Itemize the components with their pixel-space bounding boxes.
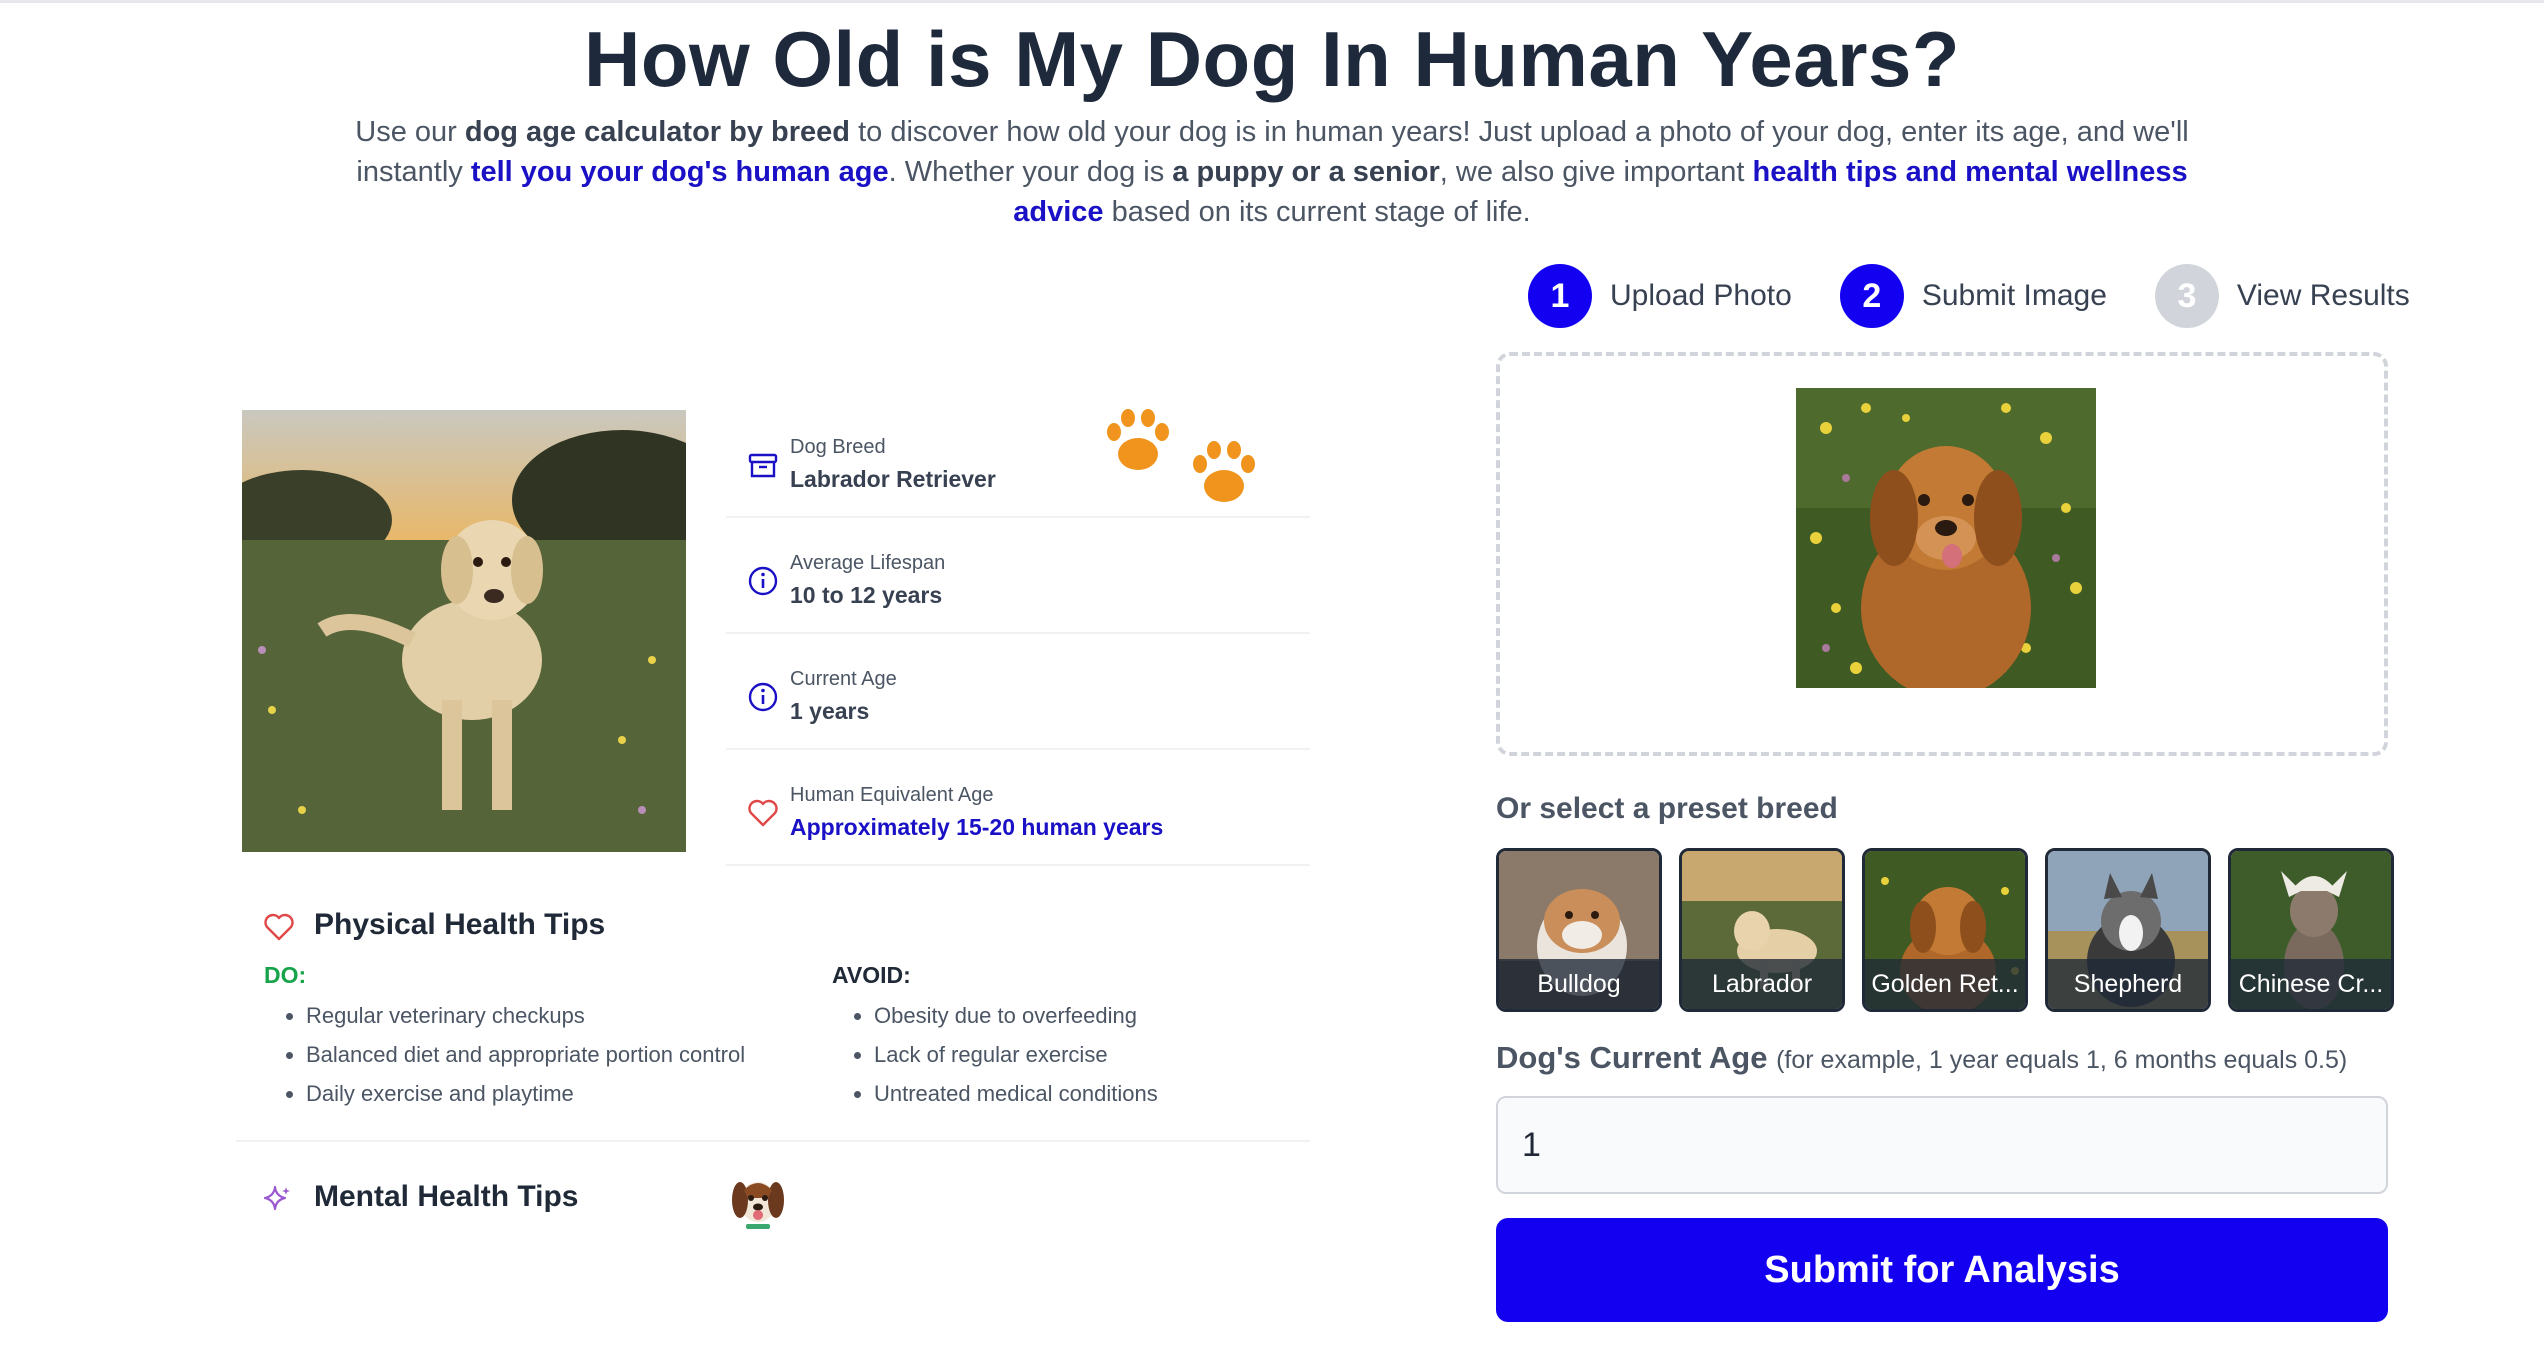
- preset-breed-heading: Or select a preset breed: [1496, 792, 1838, 825]
- intro-bold: dog age calculator by breed: [464, 116, 851, 148]
- top-border: [0, 0, 2544, 3]
- info-value: 1 years: [790, 698, 870, 724]
- list-item: Regular veterinary checkups: [306, 996, 745, 1035]
- preset-bulldog[interactable]: Bulldog: [1496, 848, 1662, 1012]
- heart-icon: [748, 799, 778, 827]
- physical-health-tips: Physical Health Tips DO: Regular veterin…: [236, 880, 1310, 1142]
- step-label: Upload Photo: [1610, 279, 1792, 312]
- intro-part: . Whether your dog is: [888, 156, 1173, 188]
- info-value: 10 to 12 years: [790, 582, 943, 608]
- preset-breed-list: Bulldog Labrador Golden Ret... Shepherd …: [1496, 848, 2411, 1012]
- avoid-title: AVOID:: [832, 962, 911, 988]
- step-label: View Results: [2236, 279, 2410, 312]
- preset-golden-retriever[interactable]: Golden Ret...: [1862, 848, 2028, 1012]
- result-dog-photo: [242, 410, 686, 852]
- intro-part: , we also give important: [1439, 156, 1753, 188]
- steps-indicator: 1 Upload Photo 2 Submit Image 3 View Res…: [1528, 264, 2458, 328]
- avoid-list: Obesity due to overfeeding Lack of regul…: [832, 996, 1158, 1113]
- list-item: Daily exercise and playtime: [306, 1074, 745, 1113]
- do-title: DO:: [264, 962, 307, 988]
- list-item: Obesity due to overfeeding: [874, 996, 1158, 1035]
- step-number: 2: [1839, 264, 1904, 328]
- intro-bold: a puppy or a senior: [1172, 156, 1440, 188]
- mental-tips-title: Mental Health Tips: [314, 1180, 579, 1213]
- info-card-lifespan: Average Lifespan 10 to 12 years: [726, 526, 1310, 634]
- mental-health-tips: Mental Health Tips: [236, 1160, 936, 1240]
- dog-age-input[interactable]: [1496, 1096, 2388, 1194]
- intro-highlight: tell you your dog's human age: [470, 156, 889, 188]
- info-label: Dog Breed: [790, 436, 886, 458]
- page-title: How Old is My Dog In Human Years?: [584, 15, 1960, 103]
- step-number: 1: [1528, 264, 1592, 328]
- preset-chinese-crested[interactable]: Chinese Cr...: [2228, 848, 2394, 1012]
- preset-labrador[interactable]: Labrador: [1679, 848, 1845, 1012]
- info-label: Average Lifespan: [790, 552, 946, 574]
- info-card-current-age: Current Age 1 years: [726, 642, 1310, 750]
- upload-dropzone[interactable]: [1496, 352, 2388, 756]
- age-label-text: Dog's Current Age: [1496, 1040, 1768, 1075]
- preset-label: Shepherd: [2048, 959, 2208, 1009]
- do-list: Regular veterinary checkups Balanced die…: [264, 996, 745, 1113]
- info-card-human-age: Human Equivalent Age Approximately 15-20…: [726, 758, 1310, 866]
- sparkle-icon: [263, 1185, 290, 1211]
- intro-text: Use our dog age calculator by breed to d…: [350, 112, 2194, 232]
- box-icon: [748, 453, 778, 478]
- heart-icon: [264, 913, 294, 941]
- paw-prints-icon: [1107, 409, 1255, 502]
- preset-label: Chinese Cr...: [2231, 959, 2391, 1009]
- step-number: 3: [2154, 264, 2219, 328]
- intro-part: Use our: [355, 116, 465, 148]
- dog-face-icon: [732, 1182, 784, 1229]
- preset-label: Labrador: [1682, 959, 1842, 1009]
- info-icon: [748, 566, 778, 596]
- info-label: Human Equivalent Age: [790, 784, 994, 806]
- step-view-results: 3 View Results: [2154, 264, 2410, 328]
- age-label: Dog's Current Age (for example, 1 year e…: [1496, 1040, 2347, 1076]
- physical-tips-title: Physical Health Tips: [314, 908, 606, 941]
- preset-shepherd[interactable]: Shepherd: [2045, 848, 2211, 1012]
- info-icon: [748, 682, 778, 712]
- info-value: Approximately 15-20 human years: [790, 814, 1164, 840]
- age-label-note: (for example, 1 year equals 1, 6 months …: [1776, 1046, 2348, 1074]
- submit-analysis-button[interactable]: Submit for Analysis: [1496, 1218, 2388, 1322]
- info-value: Labrador Retriever: [790, 466, 996, 492]
- info-label: Current Age: [790, 668, 897, 690]
- preset-label: Bulldog: [1499, 959, 1659, 1009]
- list-item: Untreated medical conditions: [874, 1074, 1158, 1113]
- preset-label: Golden Ret...: [1865, 959, 2025, 1009]
- intro-part: based on its current stage of life.: [1103, 196, 1531, 228]
- step-label: Submit Image: [1921, 279, 2107, 312]
- list-item: Balanced diet and appropriate portion co…: [306, 1035, 745, 1074]
- step-submit-image: 2 Submit Image: [1839, 264, 2107, 328]
- list-item: Lack of regular exercise: [874, 1035, 1158, 1074]
- step-upload-photo: 1 Upload Photo: [1528, 264, 1792, 328]
- uploaded-dog-photo: [1796, 388, 2096, 688]
